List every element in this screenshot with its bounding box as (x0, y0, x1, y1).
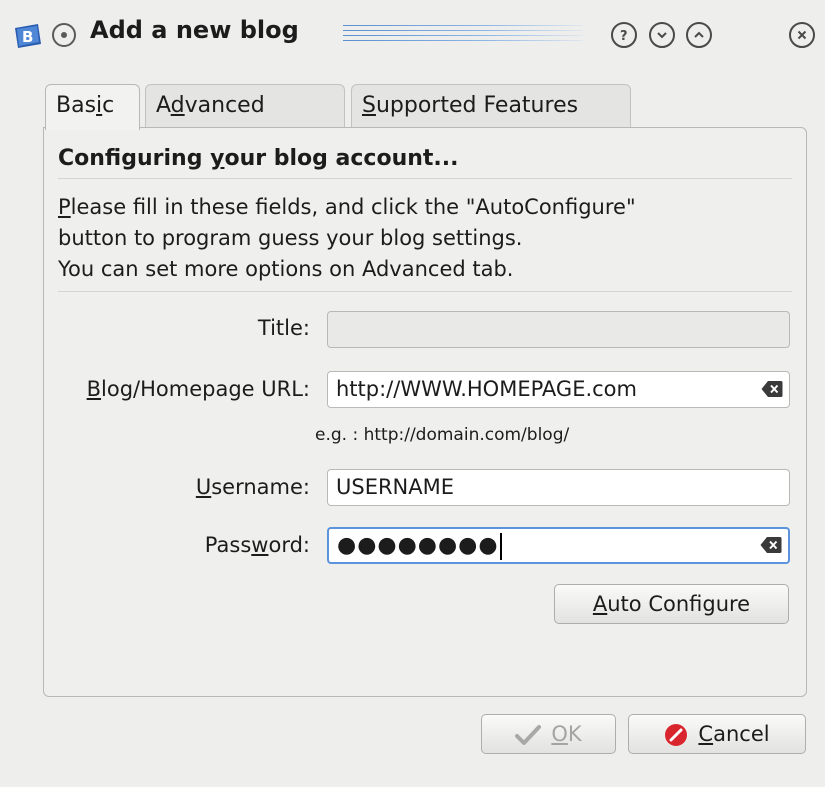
panel-description: Please fill in these fields, and click t… (58, 195, 636, 281)
cancel-icon (665, 724, 688, 746)
cancel-button[interactable]: Cancel (628, 714, 806, 754)
auto-configure-button[interactable]: Auto Configure (554, 584, 789, 624)
url-hint: e.g. : http://domain.com/blog/ (315, 425, 570, 445)
description-separator (58, 291, 792, 292)
heading-separator (58, 178, 792, 179)
url-field[interactable]: http://WWW.HOMEPAGE.com (327, 371, 790, 408)
svg-text:B: B (22, 28, 33, 46)
clear-text-icon[interactable] (761, 380, 783, 398)
close-icon[interactable] (789, 22, 815, 48)
tab-supported-features[interactable]: Supported Features (351, 84, 631, 128)
basic-tab-panel: Configuring your blog account... Please … (43, 127, 807, 697)
password-value: ●●●●●●●● (337, 533, 499, 558)
password-label: Password: (204, 533, 310, 557)
title-label: Title: (257, 316, 310, 340)
blogilo-icon[interactable]: B (13, 22, 43, 50)
checkmark-icon (515, 725, 542, 745)
url-value: http://WWW.HOMEPAGE.com (336, 377, 637, 401)
tab-advanced[interactable]: Advanced (145, 84, 345, 128)
help-icon[interactable]: ? (611, 22, 637, 48)
url-label: Blog/Homepage URL: (86, 377, 310, 401)
minimize-icon[interactable] (649, 22, 675, 48)
clear-text-icon[interactable] (760, 536, 782, 554)
window-title: Add a new blog (90, 16, 299, 44)
password-field[interactable]: ●●●●●●●● (327, 527, 790, 564)
maximize-icon[interactable] (686, 22, 712, 48)
ok-button[interactable]: OK (481, 714, 616, 754)
username-label: Username: (195, 475, 310, 499)
svg-text:?: ? (620, 29, 628, 42)
title-decoration (343, 25, 583, 45)
username-field[interactable]: USERNAME (327, 469, 790, 506)
window-titlebar[interactable]: B Add a new blog ? (0, 0, 825, 70)
panel-heading: Configuring your blog account... (58, 146, 459, 171)
window-menu-icon[interactable] (52, 23, 76, 47)
tab-basic[interactable]: Basic (45, 84, 140, 130)
text-caret (499, 532, 502, 560)
title-field[interactable] (327, 311, 790, 348)
